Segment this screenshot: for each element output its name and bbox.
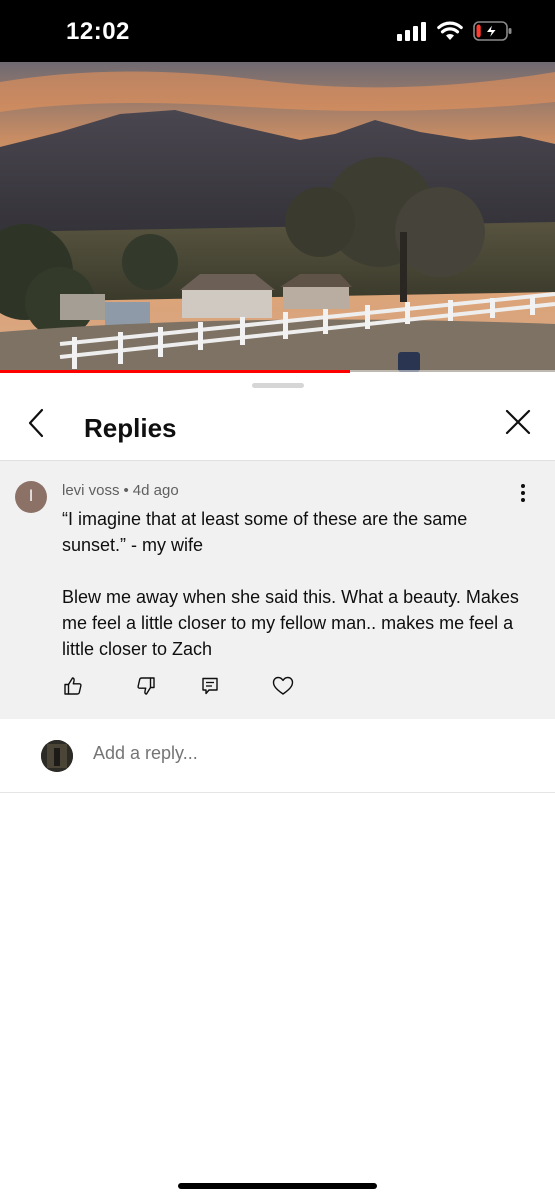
comment-text: “I imagine that at least some of these a… xyxy=(62,509,519,659)
heart-button[interactable] xyxy=(272,676,294,701)
comment-author[interactable]: levi voss xyxy=(62,482,120,499)
reply-divider xyxy=(0,792,555,793)
avatar[interactable]: l xyxy=(15,481,47,513)
dislike-button[interactable] xyxy=(135,676,157,701)
wifi-icon xyxy=(437,21,463,46)
like-icon xyxy=(63,676,83,701)
comment-time: 4d ago xyxy=(132,482,179,499)
video-frame xyxy=(0,62,555,372)
replies-sheet: Replies l levi voss • 4d ago “I imagine th… xyxy=(0,373,555,1200)
chevron-left-icon xyxy=(27,408,45,443)
reply-button[interactable] xyxy=(199,677,221,699)
sheet-header: Replies xyxy=(0,393,555,461)
drag-handle[interactable] xyxy=(252,383,304,388)
battery-charging-icon xyxy=(473,20,513,47)
add-reply-input[interactable] xyxy=(93,743,513,764)
add-reply-row xyxy=(0,719,555,792)
heart-icon xyxy=(272,676,294,701)
comment-item: l levi voss • 4d ago “I imagine that at le… xyxy=(0,461,555,719)
status-icons xyxy=(397,20,513,47)
cellular-signal-icon xyxy=(397,21,427,46)
status-time: 12:02 xyxy=(66,18,130,45)
comment-actions xyxy=(62,676,294,701)
meta-separator: • xyxy=(123,482,129,499)
like-button[interactable] xyxy=(62,676,84,701)
page-title: Replies xyxy=(84,413,177,443)
video-player[interactable] xyxy=(0,62,555,372)
more-options-button[interactable] xyxy=(513,481,533,505)
dislike-icon xyxy=(136,676,156,701)
reply-icon xyxy=(200,676,220,701)
comment-meta: levi voss • 4d ago xyxy=(62,482,179,499)
more-vertical-icon xyxy=(521,484,525,488)
close-icon xyxy=(505,409,531,440)
home-indicator[interactable] xyxy=(178,1183,377,1189)
status-bar: 12:02 xyxy=(0,0,555,62)
user-avatar[interactable] xyxy=(41,740,73,772)
close-button[interactable] xyxy=(501,407,535,441)
back-button[interactable] xyxy=(20,405,52,445)
